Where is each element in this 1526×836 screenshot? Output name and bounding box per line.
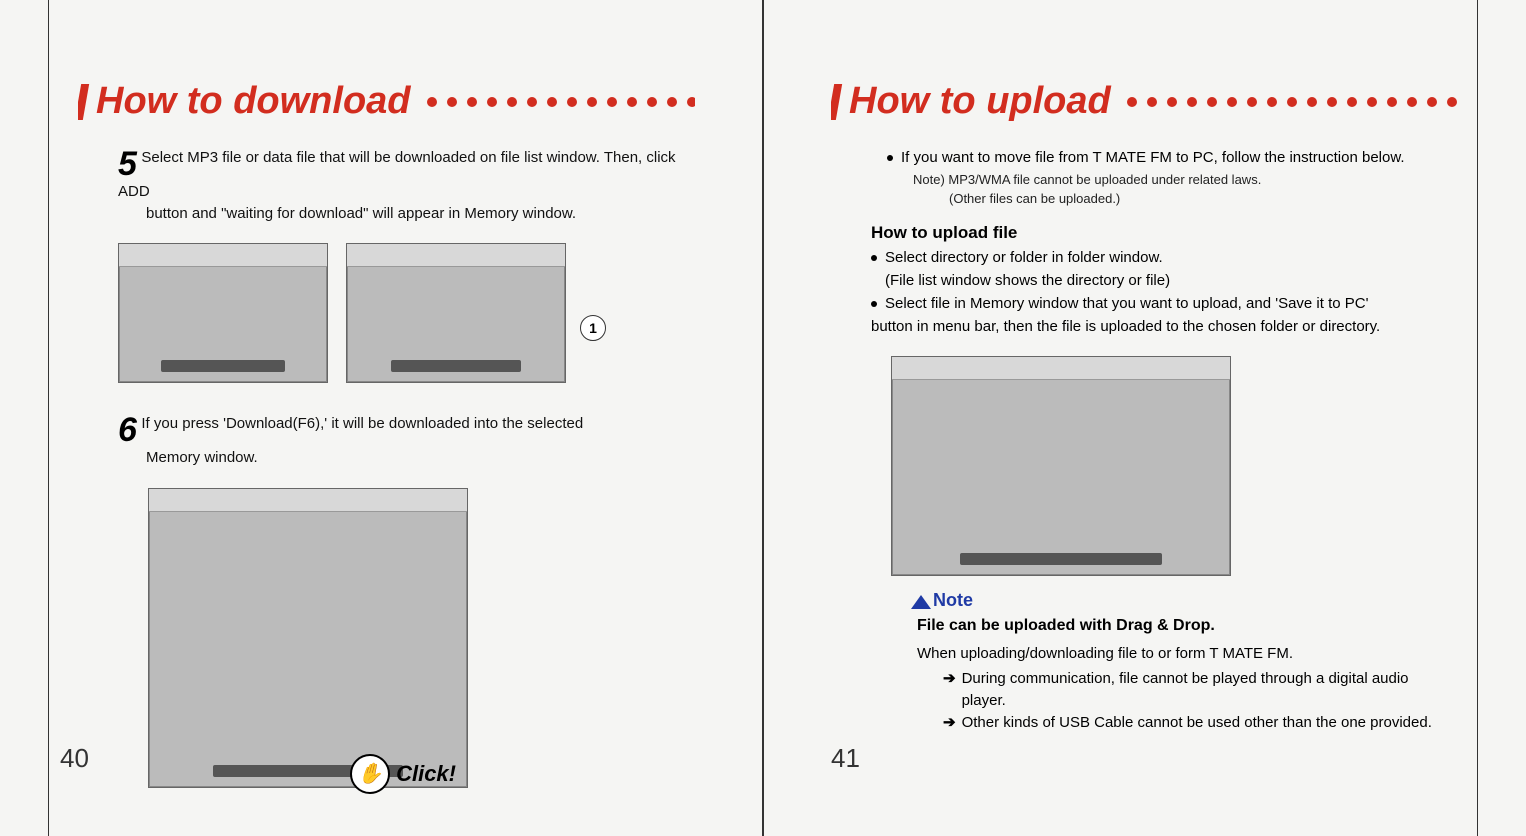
page-left: How to download 5 Select MP3 file or dat… [0, 0, 763, 836]
dot-icon [487, 97, 497, 107]
dot-icon [667, 97, 677, 107]
step-6-text-line1: If you press 'Download(F6),' it will be … [141, 415, 583, 432]
note-arrow-2-text: Other kinds of USB Cable cannot be used … [962, 712, 1432, 734]
dot-icon [1347, 97, 1357, 107]
upload-bullet-1: Select directory or folder in folder win… [871, 247, 1458, 270]
upload-bullet-2: Select file in Memory window that you wa… [871, 293, 1458, 316]
dot-icon [607, 97, 617, 107]
note-arrow-1b: player. [962, 692, 1006, 709]
dot-icon [1427, 97, 1437, 107]
dot-icon [1167, 97, 1177, 107]
left-header: How to download [78, 80, 695, 123]
note-body: When uploading/downloading file to or fo… [917, 645, 1458, 662]
upload-bullet-1-text: Select directory or folder in folder win… [885, 247, 1163, 270]
dot-icon [1367, 97, 1377, 107]
right-body: If you want to move file from T MATE FM … [831, 147, 1458, 733]
right-page-number: 41 [831, 743, 860, 774]
screenshot-thumbnail-4 [891, 356, 1231, 576]
step-6-number: 6 [118, 413, 137, 447]
click-callout: ✋ Click! [350, 754, 456, 794]
dot-icon [627, 97, 637, 107]
note-header: Note [911, 590, 1458, 611]
note-triangle-icon [911, 595, 931, 609]
dot-icon [647, 97, 657, 107]
callout-1: 1 [580, 315, 606, 341]
header-tick-icon [831, 84, 842, 120]
intro-text: If you want to move file from T MATE FM … [901, 147, 1405, 170]
arrow-right-icon: ➔ [943, 712, 956, 734]
bullet-icon [871, 301, 877, 307]
dot-icon [1407, 97, 1417, 107]
intro-note-1: Note) MP3/WMA file cannot be uploaded un… [913, 170, 1458, 190]
dot-icon [1247, 97, 1257, 107]
dot-icon [1147, 97, 1157, 107]
bullet-icon [887, 155, 893, 161]
upload-bullet-1-sub: (File list window shows the directory or… [885, 269, 1458, 293]
upload-bullet-2-text: Select file in Memory window that you wa… [885, 293, 1368, 316]
left-page-number: 40 [60, 743, 89, 774]
bullet-icon [871, 255, 877, 261]
dot-icon [687, 97, 695, 107]
screenshot-thumbnail-2 [346, 243, 566, 383]
left-title: How to download [96, 80, 411, 123]
step-5-figure: 1 [118, 243, 695, 383]
cursor-icon-wrap: ✋ [350, 754, 390, 794]
dot-icon [1387, 97, 1397, 107]
left-page-content: How to download 5 Select MP3 file or dat… [0, 0, 763, 836]
intro-note-2: (Other files can be uploaded.) [949, 189, 1458, 209]
step-5-text-line1: Select MP3 file or data file that will b… [118, 149, 676, 200]
upload-subhead: How to upload file [871, 223, 1458, 243]
click-label: Click! [396, 761, 456, 787]
cursor-icon: ✋ [358, 761, 383, 786]
dot-icon [1267, 97, 1277, 107]
dot-icon [1207, 97, 1217, 107]
header-tick-icon [78, 84, 89, 120]
screenshot-thumbnail-2-wrap: 1 [346, 243, 566, 383]
step-6-figure: ✋ Click! [148, 488, 468, 788]
arrow-right-icon: ➔ [943, 668, 956, 712]
dot-icon [1127, 97, 1137, 107]
step-6-text-line2: Memory window. [118, 447, 695, 470]
right-page-content: How to upload If you want to move file f… [763, 0, 1526, 836]
intro-bullet: If you want to move file from T MATE FM … [887, 147, 1458, 170]
note-box: Note File can be uploaded with Drag & Dr… [911, 590, 1458, 733]
right-header: How to upload [831, 80, 1458, 123]
dot-icon [527, 97, 537, 107]
callout-1-label: 1 [589, 320, 597, 336]
right-title: How to upload [849, 80, 1111, 123]
dot-icon [1447, 97, 1457, 107]
dot-icon [1327, 97, 1337, 107]
step-5-number: 5 [118, 147, 137, 181]
dot-icon [567, 97, 577, 107]
dot-icon [427, 97, 437, 107]
note-strong: File can be uploaded with Drag & Drop. [917, 617, 1458, 635]
dot-icon [1187, 97, 1197, 107]
dot-icon [1287, 97, 1297, 107]
note-label: Note [933, 590, 973, 611]
dot-icon [447, 97, 457, 107]
page-right: How to upload If you want to move file f… [763, 0, 1526, 836]
note-arrow-1: ➔ During communication, file cannot be p… [943, 668, 1458, 712]
dot-icon [547, 97, 557, 107]
step-5: 5 Select MP3 file or data file that will… [118, 147, 695, 225]
screenshot-thumbnail-1 [118, 243, 328, 383]
dot-icon [507, 97, 517, 107]
header-dots [427, 97, 695, 107]
dot-icon [467, 97, 477, 107]
upload-bullet-2-cont: button in menu bar, then the file is upl… [871, 316, 1458, 339]
screenshot-thumbnail-3 [148, 488, 468, 788]
step-5-text-line2: button and "waiting for download" will a… [118, 203, 695, 226]
note-arrow-1a: During communication, file cannot be pla… [962, 670, 1409, 687]
dot-icon [1307, 97, 1317, 107]
note-arrow-2: ➔ Other kinds of USB Cable cannot be use… [943, 712, 1458, 734]
dot-icon [1227, 97, 1237, 107]
upload-figure [891, 356, 1458, 576]
dot-icon [587, 97, 597, 107]
header-dots [1127, 97, 1458, 107]
step-6: 6 If you press 'Download(F6),' it will b… [118, 413, 695, 470]
